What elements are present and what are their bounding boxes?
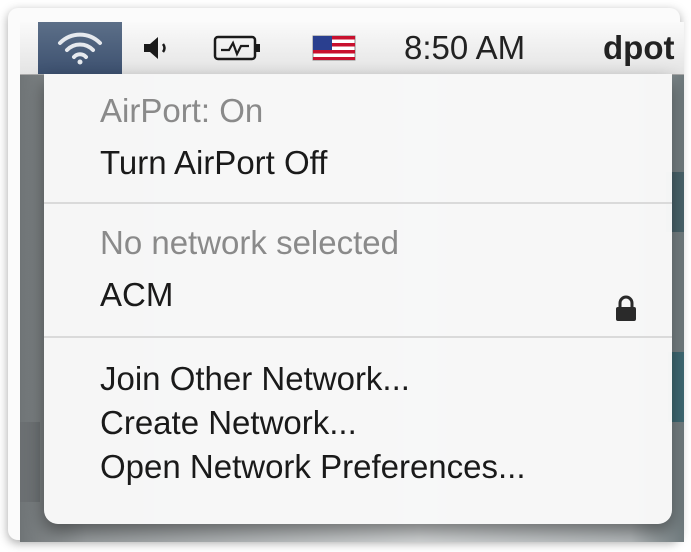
turn-airport-off-item[interactable]: Turn AirPort Off — [100, 144, 327, 182]
wifi-menu-extra[interactable] — [38, 22, 122, 74]
join-other-network-item[interactable]: Join Other Network... — [100, 360, 410, 398]
open-network-preferences-item[interactable]: Open Network Preferences... — [100, 448, 526, 486]
network-item-acm[interactable]: ACM — [100, 276, 173, 314]
us-flag-icon — [312, 35, 356, 61]
volume-menu-extra[interactable] — [140, 22, 176, 74]
desktop-window-fragment — [20, 422, 40, 502]
network-status: No network selected — [100, 224, 399, 261]
speaker-icon — [144, 37, 166, 59]
menu-bar: 8:50 AM dpot — [20, 22, 684, 75]
airport-status: AirPort: On — [100, 92, 264, 129]
create-network-item[interactable]: Create Network... — [100, 404, 357, 442]
battery-menu-extra[interactable] — [212, 22, 264, 74]
desktop: 8:50 AM dpot AirPort: On Turn AirPort Of… — [20, 22, 684, 542]
airport-menu: AirPort: On Turn AirPort Off No network … — [44, 74, 672, 524]
lock-icon — [616, 295, 636, 321]
clock[interactable]: 8:50 AM — [404, 22, 525, 74]
screenshot-frame: 8:50 AM dpot AirPort: On Turn AirPort Of… — [8, 8, 684, 542]
menu-separator — [44, 202, 672, 204]
battery-charging-icon — [213, 35, 260, 61]
menu-separator — [44, 336, 672, 338]
wifi-icon — [58, 32, 102, 65]
input-menu-extra[interactable] — [312, 22, 356, 74]
user-menu[interactable]: dpot — [603, 22, 674, 74]
